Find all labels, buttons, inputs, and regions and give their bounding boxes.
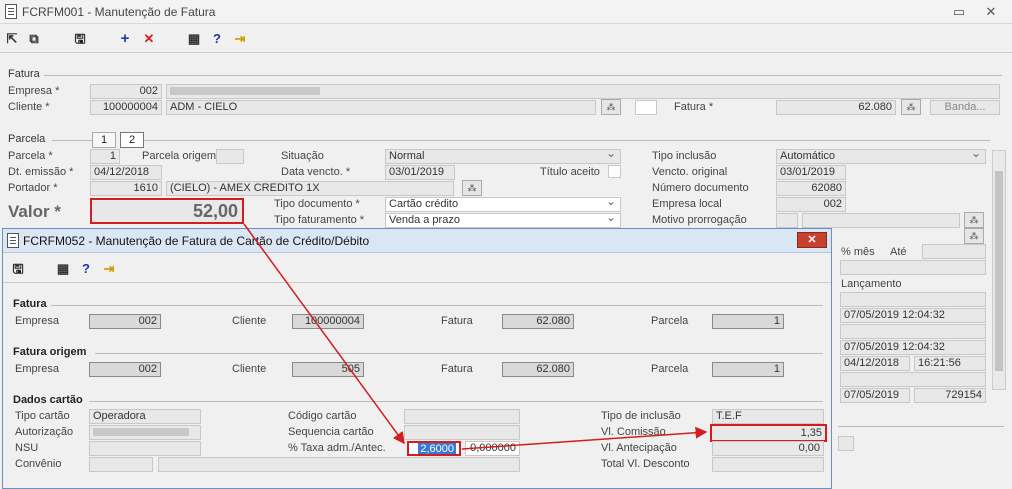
annotation-arrows [243, 223, 708, 450]
arrow-taxa-to-comissao [461, 426, 708, 450]
arrow-valor-to-taxa [243, 223, 405, 445]
